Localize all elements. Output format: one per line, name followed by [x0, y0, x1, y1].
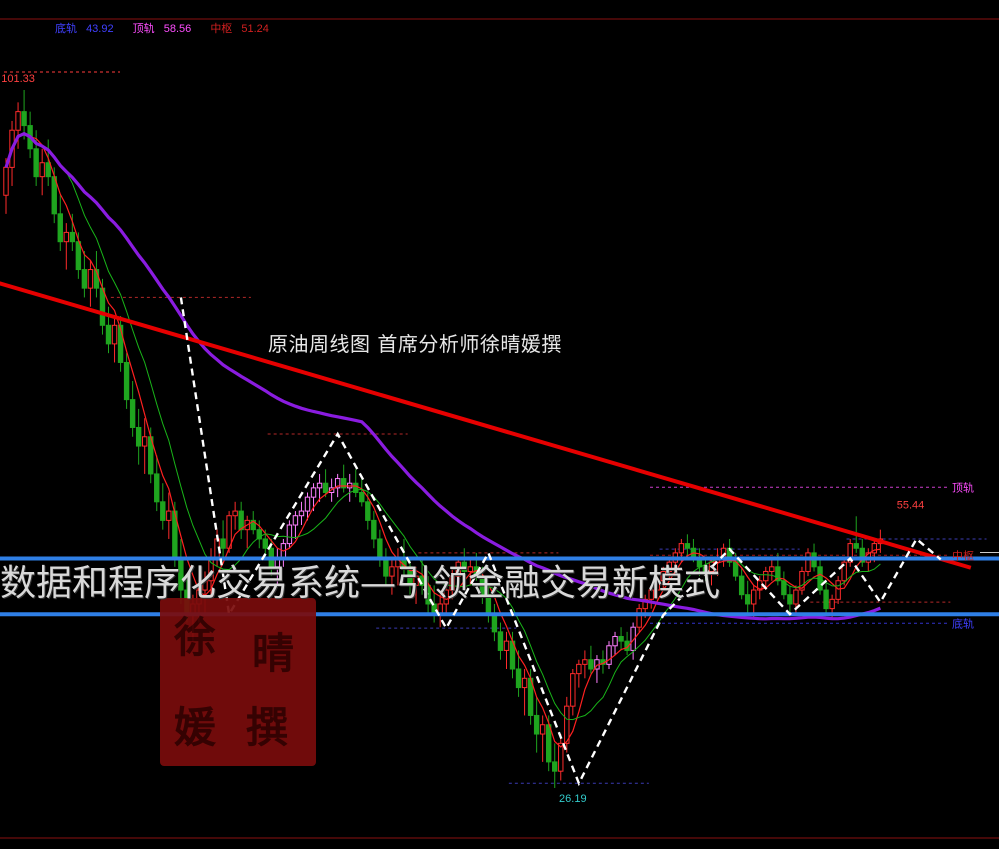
price-label: 55.44 — [897, 499, 925, 511]
chart-title: 原油周线图 首席分析师徐晴媛撰 — [268, 332, 562, 356]
seal-char: 晴 — [252, 629, 295, 678]
legend-bottom-value: 43.92 — [86, 23, 114, 35]
candle-body — [99, 287, 106, 326]
price-label: 26.19 — [559, 793, 587, 805]
candle-body — [805, 552, 811, 572]
candle-body — [129, 399, 136, 428]
candle-body — [45, 162, 51, 178]
candle-body — [823, 589, 829, 610]
legend-bottom-name: 底轨 — [55, 23, 77, 35]
candle-body — [135, 426, 142, 447]
candle-body — [515, 668, 522, 689]
price-label: 101.33 — [1, 73, 35, 85]
seal-char: 撰 — [246, 703, 289, 752]
candle-body — [322, 482, 329, 494]
ma-long-line — [4, 131, 882, 621]
candle-body — [684, 543, 691, 549]
candle-body — [111, 324, 118, 345]
candle-body — [57, 213, 63, 243]
candle-body — [769, 566, 775, 572]
candle-body — [606, 645, 612, 665]
candle-body — [751, 589, 757, 605]
legend-top-name: 顶轨 — [132, 23, 155, 35]
candle-body — [75, 241, 82, 271]
candle-body — [316, 482, 323, 489]
candle-body — [678, 543, 685, 554]
candle-body — [166, 510, 172, 521]
candle-body — [262, 538, 268, 549]
author-seal: 徐 晴 媛 撰 — [160, 598, 316, 766]
candle-body — [359, 492, 365, 503]
candle-body — [154, 473, 160, 503]
candle-body — [232, 510, 238, 517]
candle-body — [763, 570, 769, 582]
candle-body — [497, 631, 504, 651]
candle-body — [618, 635, 624, 642]
candle-body — [546, 724, 552, 763]
candle-body — [533, 714, 540, 735]
candle-body — [298, 510, 305, 517]
candle-body — [15, 111, 21, 131]
candle-body — [744, 594, 751, 605]
candle-body — [160, 501, 166, 521]
candle-body — [220, 538, 226, 549]
candle-body — [576, 663, 582, 675]
candle-body — [238, 510, 244, 531]
candle-body — [787, 594, 793, 605]
candle-body — [582, 659, 588, 665]
candle-body — [552, 761, 558, 772]
candle-body — [3, 166, 9, 196]
candle-body — [588, 659, 594, 670]
candle-body — [33, 148, 39, 178]
ma-slow-line — [5, 133, 881, 721]
indicator-legend: 底轨 43.92 顶轨 58.56 中枢 51.24 — [55, 20, 275, 36]
legend-top-value: 58.56 — [163, 23, 192, 35]
candle-body — [570, 673, 576, 707]
candle-body — [829, 598, 835, 610]
band-label-mid_band: 中枢 — [952, 548, 974, 562]
candle-body — [539, 724, 546, 735]
candle-body — [105, 324, 112, 345]
candle-body — [636, 608, 642, 628]
band-label-top_band: 顶轨 — [952, 480, 974, 494]
candle-body — [63, 231, 69, 243]
candle-body — [371, 519, 377, 540]
candle-body — [612, 635, 618, 647]
candle-body — [835, 580, 841, 600]
banner-text: 数据和程序化交易系统—引领金融交易新模式 — [0, 563, 721, 604]
candle-body — [853, 543, 859, 549]
candle-body — [286, 524, 293, 545]
candle-body — [21, 111, 27, 127]
legend-mid-name: 中枢 — [210, 23, 233, 35]
legend-mid-value: 51.24 — [241, 23, 269, 35]
band-label-bottom_band: 底轨 — [952, 616, 974, 630]
candle-body — [793, 589, 799, 605]
chart-svg: 101.3355.4426.19顶轨中枢底轨 — [0, 18, 999, 839]
seal-char: 媛 — [174, 703, 217, 752]
candle-body — [292, 515, 299, 526]
candle-body — [141, 436, 148, 447]
candle-body — [69, 231, 76, 243]
seal-char: 徐 — [174, 613, 217, 662]
candle-body — [39, 162, 45, 178]
candle-body — [732, 561, 739, 577]
candle-body — [503, 640, 510, 651]
candle-body — [304, 496, 311, 512]
candle-body — [123, 361, 130, 401]
candle-body — [310, 487, 317, 498]
candle-body — [365, 501, 371, 521]
candle-body — [521, 677, 528, 689]
candle-body — [738, 575, 745, 596]
candle-body — [81, 269, 88, 289]
resistance-trendline — [0, 281, 972, 570]
chart-area: 101.33 55.44 26.19 顶轨 中枢 底轨 底轨 43.92 顶轨 58.56… — [0, 0, 999, 845]
candle-body — [87, 269, 94, 289]
